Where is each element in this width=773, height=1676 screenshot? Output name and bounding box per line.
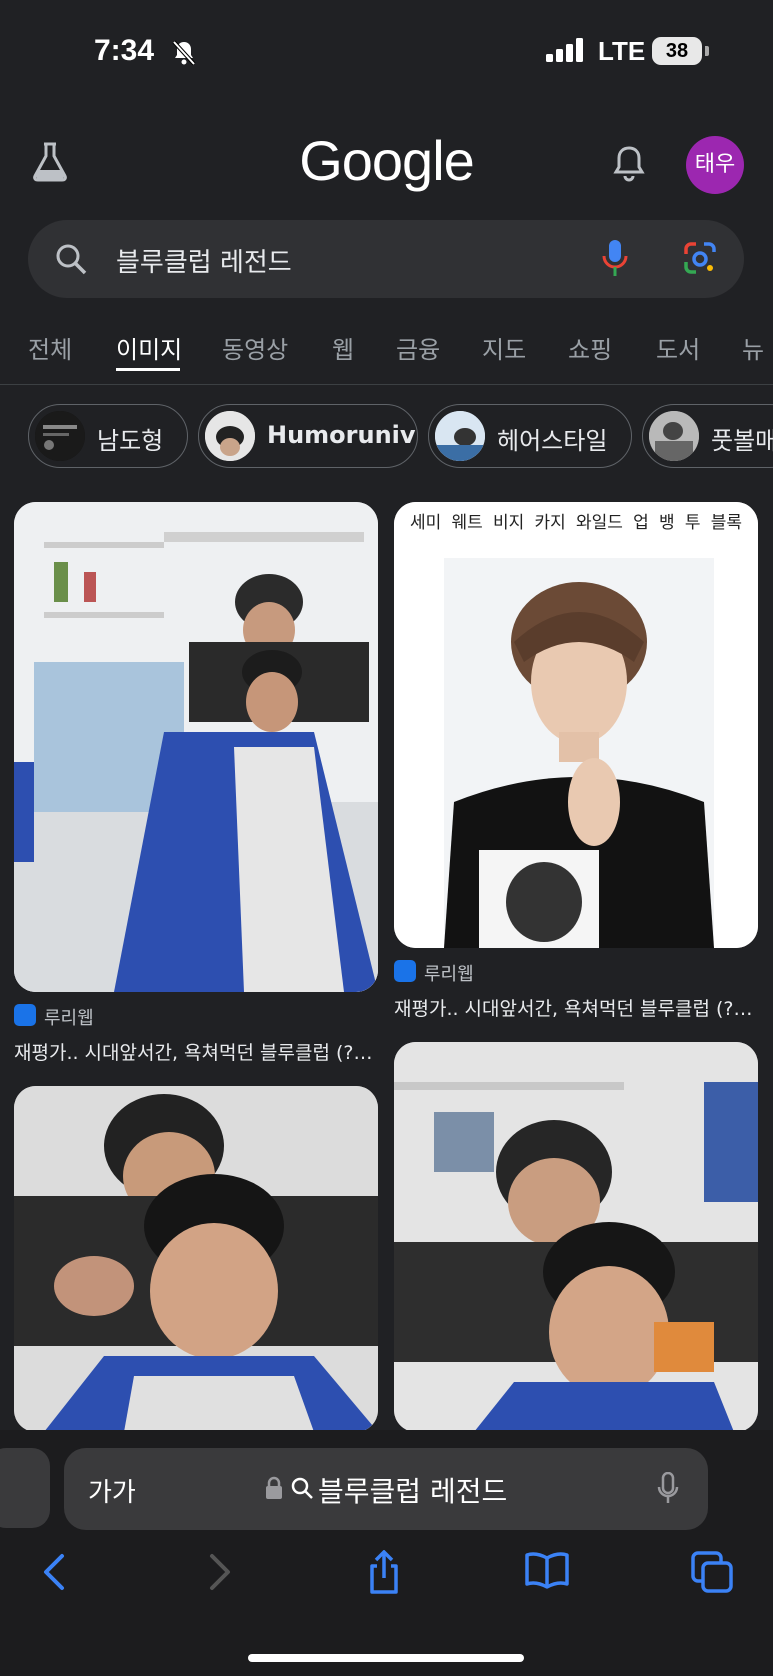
chip-humoruniv[interactable]: Humoruniv [198, 404, 418, 468]
tab-news[interactable]: 뉴 [742, 330, 764, 365]
home-indicator [248, 1654, 524, 1662]
back-icon[interactable] [40, 1550, 68, 1598]
tab-videos[interactable]: 동영상 [222, 330, 288, 365]
share-icon[interactable] [364, 1549, 404, 1600]
status-time: 7:34 [94, 34, 155, 67]
result-image-4[interactable] [394, 1042, 758, 1432]
text-size-button[interactable]: 가가 [88, 1472, 136, 1509]
result-caption[interactable]: 재평가.. 시대앞서간, 욕쳐먹던 블루클럽 (?)... [14, 1038, 378, 1065]
chip-label: 헤어스타일 [497, 427, 608, 455]
tab-images[interactable]: 이미지 [116, 330, 182, 365]
lock-icon [264, 1476, 284, 1504]
tabs-icon[interactable] [690, 1550, 734, 1598]
tab-web[interactable]: 웹 [332, 330, 354, 365]
network-type: LTE [598, 36, 646, 66]
signal-icon [546, 38, 586, 66]
chip-hairstyle[interactable]: 헤어스타일 [428, 404, 632, 468]
mic-icon[interactable] [656, 1471, 680, 1510]
previous-tab-preview[interactable] [0, 1448, 50, 1528]
silent-mode-icon [172, 40, 196, 70]
result-image-2[interactable]: 세미 웨트 비지 카지 와일드 업 뱅 투 블록 [394, 502, 758, 948]
tab-maps[interactable]: 지도 [482, 330, 526, 365]
chip-football[interactable]: 풋볼매 [642, 404, 773, 468]
result-image-1[interactable] [14, 502, 378, 992]
chip-label: 풋볼매 [711, 427, 773, 455]
google-logo[interactable]: Google [0, 128, 773, 193]
chip-thumbnail [205, 411, 255, 461]
tab-finance[interactable]: 금융 [396, 330, 440, 365]
result-image-3[interactable] [14, 1086, 378, 1432]
search-icon [290, 1476, 314, 1504]
chip-label: 남도형 [97, 427, 164, 455]
chip-label: Humoruniv [267, 421, 416, 449]
tab-books[interactable]: 도서 [656, 330, 700, 365]
active-tab-indicator [116, 368, 180, 371]
bookmarks-icon[interactable] [524, 1550, 570, 1594]
tabs-divider [0, 384, 773, 385]
result-source[interactable]: 루리웹 [424, 960, 474, 986]
image-overlay-text: 세미 웨트 비지 카지 와일드 업 뱅 투 블록 [409, 513, 743, 533]
result-caption[interactable]: 재평가.. 시대앞서간, 욕쳐먹던 블루클럽 (?)... [394, 994, 758, 1021]
battery-indicator: 38 [652, 37, 702, 65]
result-source[interactable]: 루리웹 [44, 1004, 94, 1030]
address-text[interactable]: 블루클럽 레전드 [318, 1470, 507, 1510]
chip-thumbnail [435, 411, 485, 461]
chip-thumbnail [649, 411, 699, 461]
tab-all[interactable]: 전체 [28, 330, 72, 365]
tab-shopping[interactable]: 쇼핑 [568, 330, 612, 365]
search-icon [54, 242, 88, 280]
chip-thumbnail [35, 411, 85, 461]
bell-icon[interactable] [612, 144, 646, 186]
source-favicon [14, 1004, 36, 1026]
lens-icon[interactable] [682, 240, 718, 280]
forward-icon[interactable] [206, 1550, 234, 1598]
search-query[interactable]: 블루클럽 레전드 [116, 242, 292, 279]
mic-icon[interactable] [600, 238, 630, 284]
source-favicon [394, 960, 416, 982]
account-avatar[interactable]: 태우 [686, 136, 744, 194]
chip-namdohyung[interactable]: 남도형 [28, 404, 188, 468]
battery-tip [705, 46, 709, 56]
